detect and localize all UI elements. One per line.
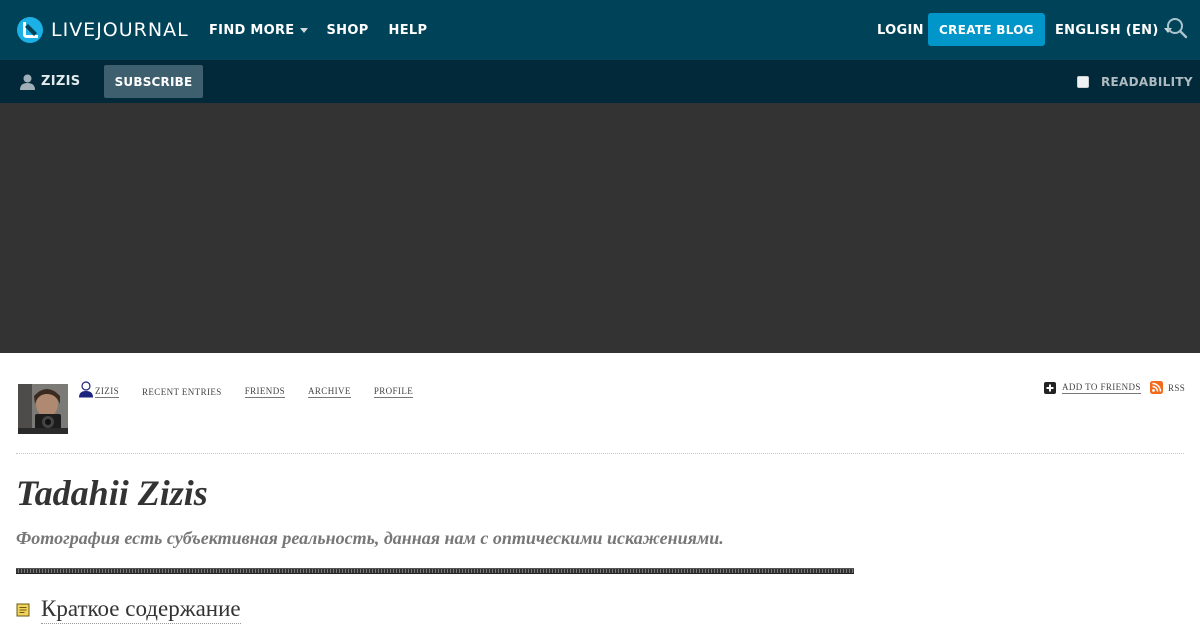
journal-nav-user[interactable]: ZIZIS	[78, 381, 119, 398]
login-link-wrap: LOGIN	[877, 0, 924, 60]
livejournal-logo[interactable]: LIVEJOURNAL	[16, 16, 189, 44]
rss-label: RSS	[1168, 382, 1186, 393]
journal-nav: ZIZIS RECENT ENTRIES FRIENDS ARCHIVE PRO…	[78, 378, 414, 398]
login-link[interactable]: LOGIN	[877, 23, 924, 38]
journal-owner-bar: ZIZIS SUBSCRIBE READABILITY	[0, 60, 1200, 103]
journal-nav-profile[interactable]: PROFILE	[373, 385, 414, 398]
logo-text: LIVEJOURNAL	[51, 19, 189, 41]
readability-toggle[interactable]: READABILITY	[1077, 60, 1193, 103]
decorative-rule	[16, 568, 854, 574]
journal-title: Tadahii Zizis	[16, 473, 208, 513]
livejournal-logo-icon	[17, 17, 43, 43]
subscribe-button[interactable]: SUBSCRIBE	[104, 65, 203, 98]
summary-link[interactable]: Краткое содержание	[41, 595, 241, 624]
rss-icon	[1150, 381, 1163, 394]
user-icon	[79, 381, 93, 398]
journal-nav-recent-entries[interactable]: RECENT ENTRIES	[142, 386, 222, 398]
add-to-friends-label: ADD TO FRIENDS	[1062, 382, 1141, 394]
header-divider	[16, 453, 1184, 454]
summary-entry: Краткое содержание	[16, 595, 241, 624]
primary-nav: FIND MORE SHOP HELP	[209, 0, 427, 60]
journal-nav-user-label: ZIZIS	[95, 386, 119, 398]
plus-icon	[1044, 381, 1056, 394]
rss-link[interactable]: RSS	[1150, 381, 1185, 394]
user-icon	[20, 74, 35, 90]
nav-shop[interactable]: SHOP	[327, 23, 369, 38]
create-blog-button[interactable]: CREATE BLOG	[928, 13, 1045, 46]
avatar-image	[18, 384, 68, 434]
language-label: ENGLISH (EN)	[1055, 22, 1159, 38]
search-icon[interactable]	[1166, 17, 1188, 39]
nav-find-more-label: FIND MORE	[209, 22, 295, 38]
avatar[interactable]	[18, 384, 68, 434]
language-selector-wrap: ENGLISH (EN)	[1055, 0, 1172, 60]
journal-owner-link[interactable]: ZIZIS	[20, 60, 80, 103]
add-to-friends-link[interactable]: ADD TO FRIENDS	[1044, 381, 1141, 394]
language-selector[interactable]: ENGLISH (EN)	[1055, 23, 1172, 38]
top-navigation-bar: LIVEJOURNAL FIND MORE SHOP HELP LOGIN CR…	[0, 0, 1200, 60]
banner-area	[0, 103, 1200, 353]
nav-help[interactable]: HELP	[389, 23, 428, 38]
checkbox-icon[interactable]	[1077, 75, 1089, 88]
note-icon	[16, 603, 30, 616]
journal-subtitle: Фотография есть субъективная реальность,…	[16, 528, 724, 548]
journal-nav-archive[interactable]: ARCHIVE	[308, 385, 351, 398]
owner-username: ZIZIS	[41, 74, 81, 89]
journal-nav-friends[interactable]: FRIENDS	[244, 385, 285, 398]
readability-label: READABILITY	[1101, 74, 1193, 89]
nav-find-more[interactable]: FIND MORE	[209, 23, 308, 38]
caret-down-icon	[299, 27, 308, 33]
